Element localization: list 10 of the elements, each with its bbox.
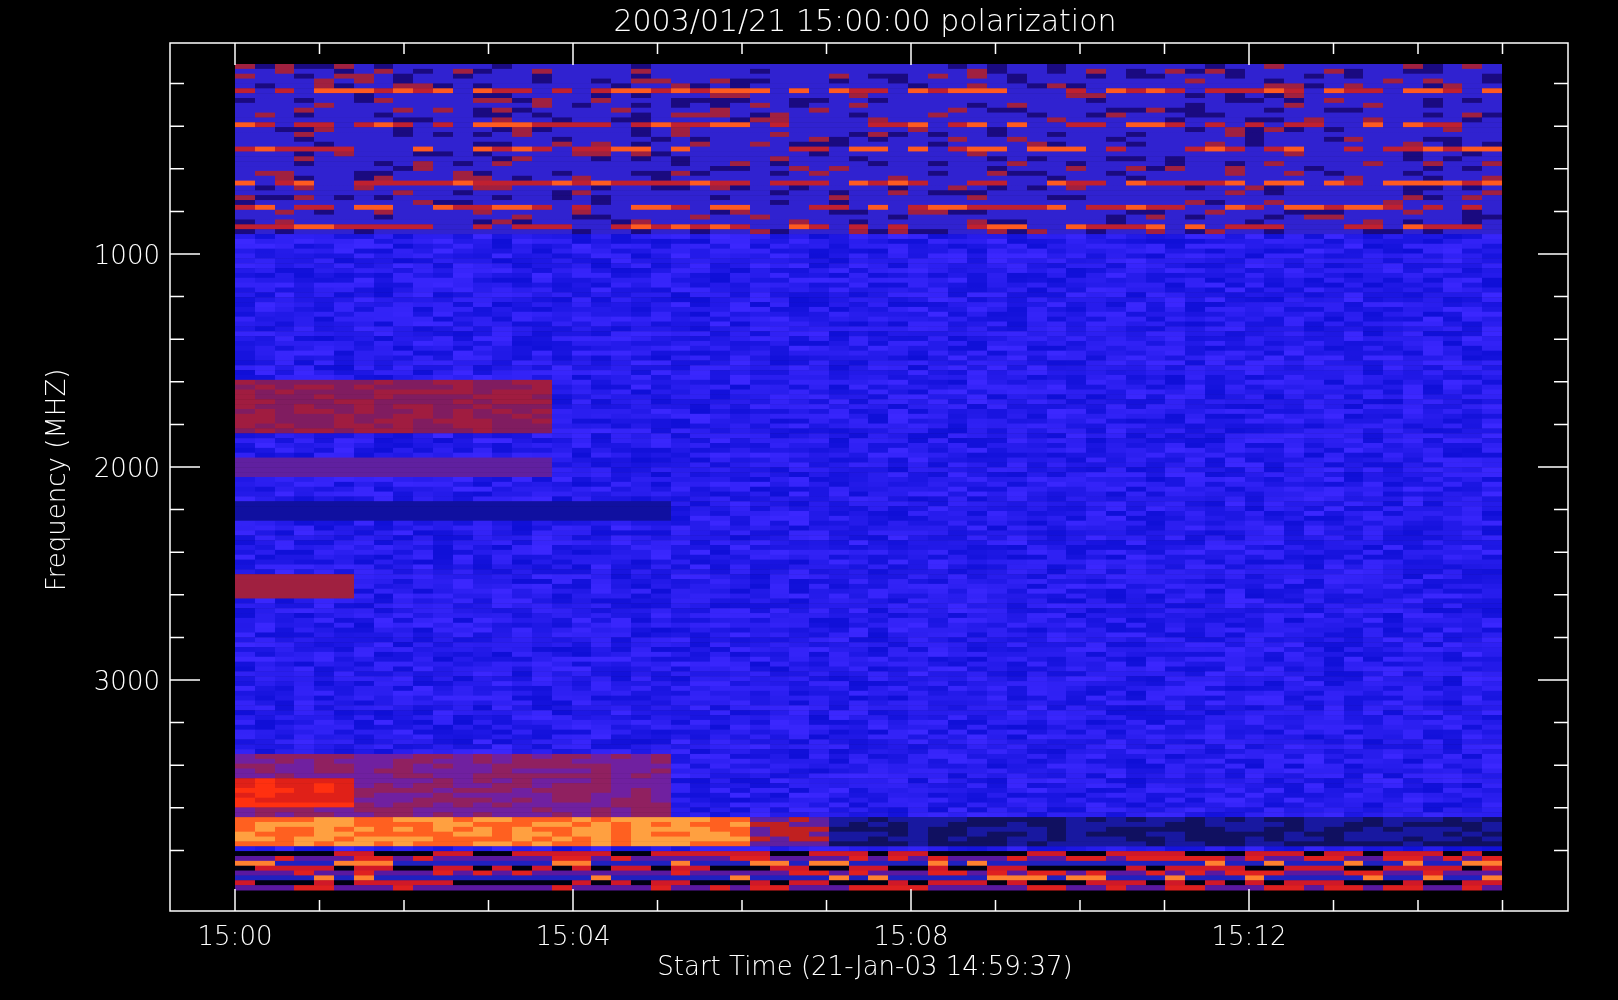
axis-title: Start Time (21-Jan-03 14:59:37) bbox=[657, 951, 1073, 981]
tick-label: 15:08 bbox=[873, 921, 949, 951]
tick-label: 15:04 bbox=[535, 921, 611, 951]
chart-title: 2003/01/21 15:00:00 polarization bbox=[613, 3, 1117, 38]
tick-label: 15:12 bbox=[1211, 921, 1287, 951]
tick-label: 15:00 bbox=[197, 921, 273, 951]
axis-title: Frequency (MHZ) bbox=[41, 368, 71, 592]
tick-label: 2000 bbox=[93, 453, 160, 483]
tick-label: 3000 bbox=[93, 666, 160, 696]
tick-label: 1000 bbox=[93, 240, 160, 270]
